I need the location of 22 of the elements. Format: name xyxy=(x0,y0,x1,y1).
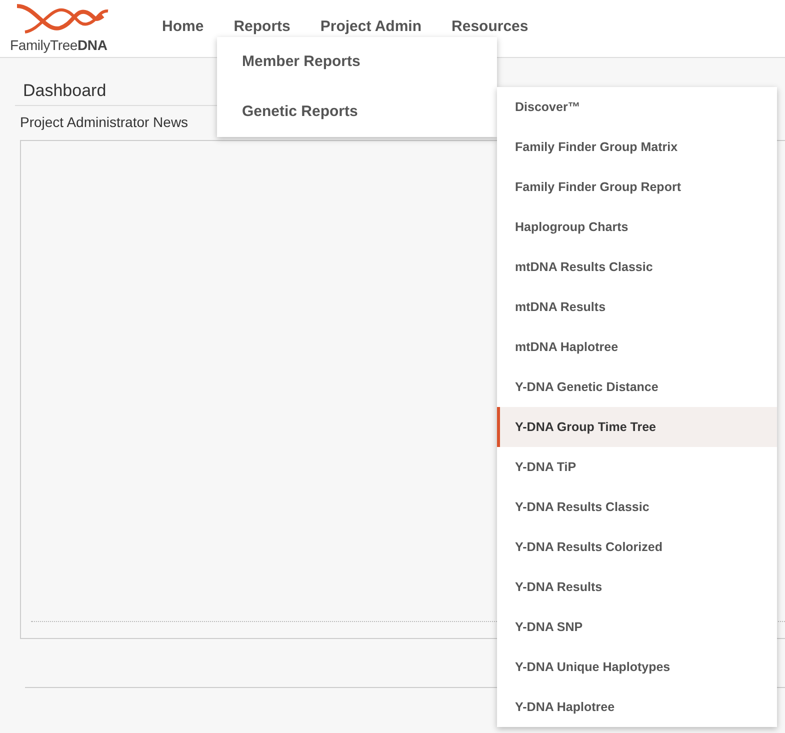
menu-item[interactable]: Y-DNA TiP xyxy=(497,447,777,487)
nav-link[interactable]: Project Admin xyxy=(320,18,422,35)
menu-item[interactable]: Y-DNA Group Time Tree xyxy=(497,407,777,447)
logo-text: FamilyTreeDNA xyxy=(10,37,108,53)
menu-item[interactable]: Y-DNA Genetic Distance xyxy=(497,367,777,407)
menu-item[interactable]: Y-DNA SNP xyxy=(497,607,777,647)
menu-item[interactable]: mtDNA Results Classic xyxy=(497,247,777,287)
menu-item[interactable]: Y-DNA Results Colorized xyxy=(497,527,777,567)
menu-item[interactable]: Y-DNA Results xyxy=(497,567,777,607)
menu-item[interactable]: Haplogroup Charts xyxy=(497,207,777,247)
menu-item[interactable]: Y-DNA Unique Haplotypes xyxy=(497,647,777,687)
menu-item[interactable]: Family Finder Group Matrix xyxy=(497,127,777,167)
dna-helix-icon xyxy=(15,2,110,36)
menu-item[interactable]: mtDNA Haplotree xyxy=(497,327,777,367)
nav-link[interactable]: Home xyxy=(162,18,204,35)
nav-link[interactable]: Reports xyxy=(234,18,290,35)
section-heading: Project Administrator News xyxy=(20,114,190,130)
menu-item[interactable]: mtDNA Results xyxy=(497,287,777,327)
menu-item[interactable]: Y-DNA Haplotree xyxy=(497,687,777,727)
menu-item[interactable]: Y-DNA Results Classic xyxy=(497,487,777,527)
menu-item[interactable]: Family Finder Group Report xyxy=(497,167,777,207)
nav-link[interactable]: Resources xyxy=(452,18,528,35)
